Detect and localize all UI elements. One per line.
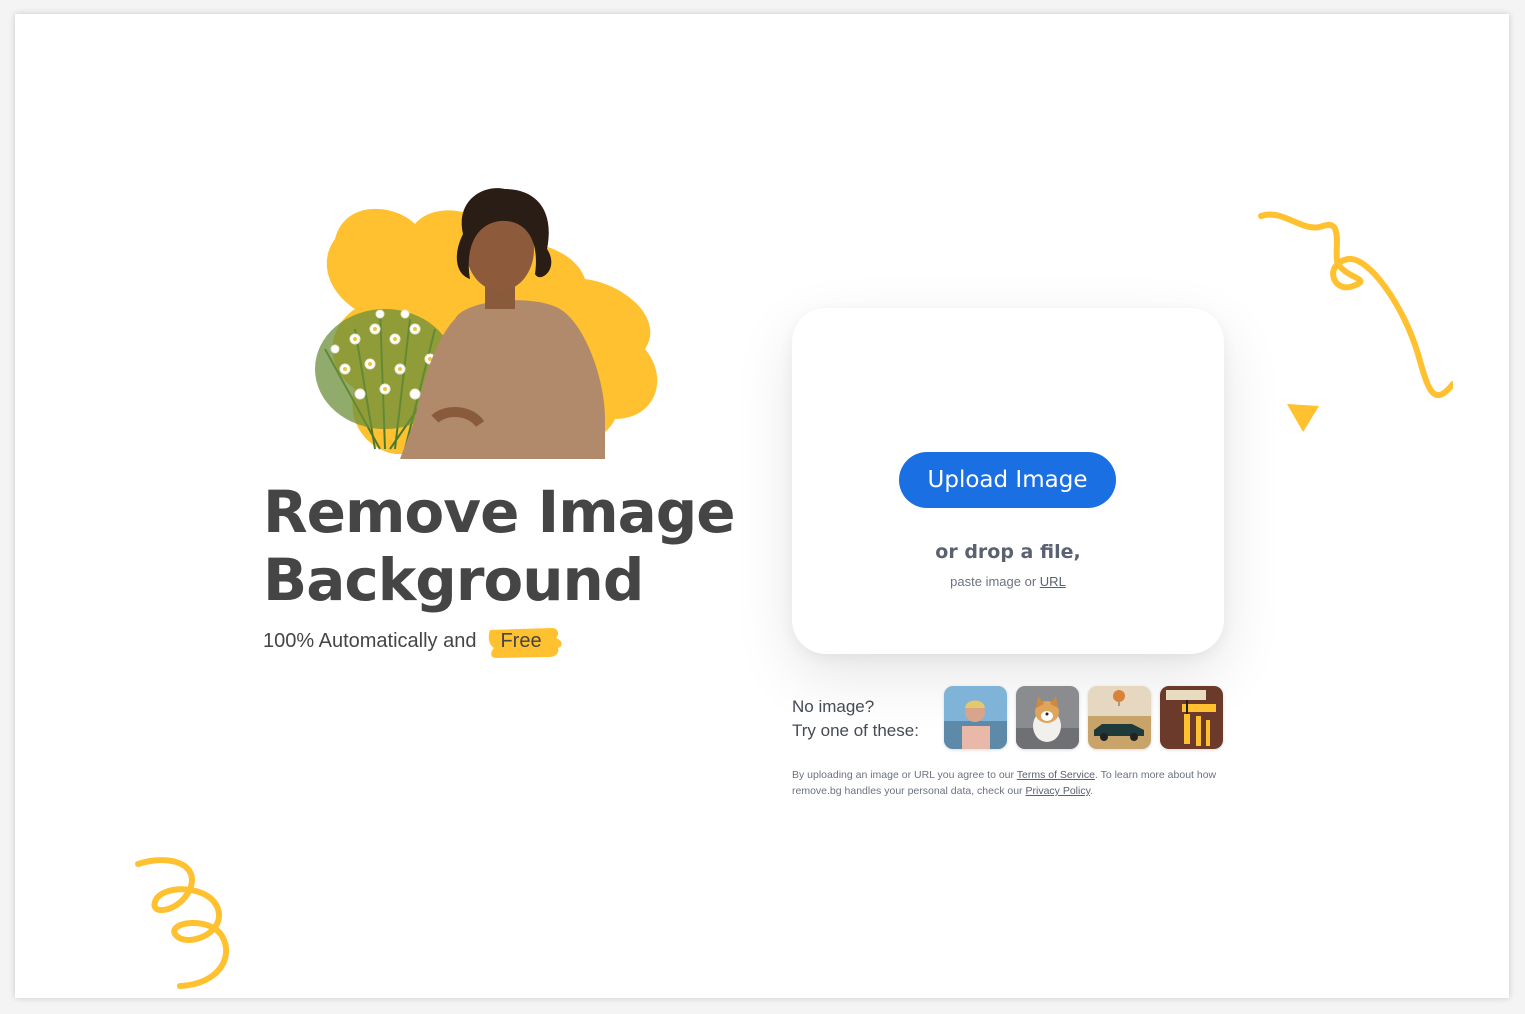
car-sample-image: [1088, 686, 1151, 749]
hero-illustration: [315, 188, 658, 459]
person-sample-image: [944, 686, 1007, 749]
legal-notice: By uploading an image or URL you agree t…: [792, 767, 1232, 799]
drop-file-text: or drop a file,: [935, 541, 1081, 563]
spiral-decoration-bottom-left: [135, 857, 230, 989]
upload-image-button[interactable]: Upload Image: [899, 452, 1116, 508]
legal-prefix: By uploading an image or URL you agree t…: [792, 769, 1014, 781]
url-link[interactable]: URL: [1040, 574, 1066, 589]
samples-label-line-2: Try one of these:: [792, 721, 919, 740]
sample-images: [944, 686, 1223, 749]
samples-label-line-1: No image?: [792, 697, 875, 716]
paste-hint: paste image or URL: [792, 574, 1224, 589]
samples-label: No image? Try one of these:: [792, 695, 919, 743]
paint-roller-sample-image: [1160, 686, 1223, 749]
dog-sample-image: [1016, 686, 1079, 749]
free-badge: Free: [486, 628, 563, 658]
sample-thumb-roller[interactable]: [1160, 686, 1223, 749]
triangle-decoration: [1287, 404, 1319, 432]
subtitle-text: 100% Automatically and: [263, 630, 477, 652]
privacy-policy-link[interactable]: Privacy Policy: [1025, 785, 1090, 797]
page-frame: Remove Image Background 100% Automatical…: [15, 14, 1509, 998]
subtitle: 100% Automatically and Free: [263, 628, 563, 658]
paste-hint-text: paste image or: [950, 574, 1037, 589]
sample-thumb-dog[interactable]: [1016, 686, 1079, 749]
page-title: Remove Image Background: [263, 478, 736, 614]
title-line-2: Background: [263, 546, 644, 614]
title-line-1: Remove Image: [263, 478, 736, 546]
sample-thumb-car[interactable]: [1088, 686, 1151, 749]
sample-thumb-person[interactable]: [944, 686, 1007, 749]
free-badge-label: Free: [500, 630, 542, 652]
legal-suffix: .: [1090, 785, 1093, 797]
squiggle-decoration-top-right: [1258, 211, 1453, 399]
terms-of-service-link[interactable]: Terms of Service: [1017, 769, 1095, 781]
upload-card[interactable]: Upload Image or drop a file, paste image…: [792, 308, 1224, 654]
